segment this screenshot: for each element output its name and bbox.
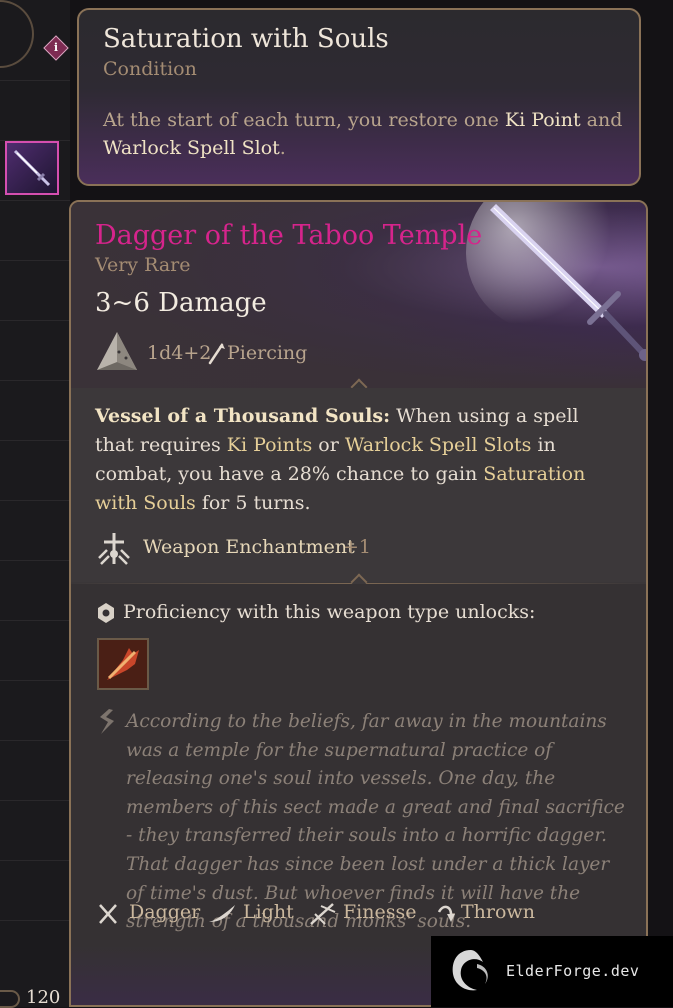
weapon-enchantment-icon: [98, 533, 130, 565]
damage-dice: 1d4+2: [147, 342, 212, 364]
finesse-icon: [310, 903, 336, 925]
condition-type: Condition: [103, 58, 197, 80]
watermark-text: ElderForge.dev: [506, 962, 640, 980]
lore-quote-icon: [100, 709, 114, 734]
grid-divider: [0, 680, 70, 681]
dragon-logo-icon: [452, 950, 488, 991]
light-icon: [209, 905, 235, 922]
item-rarity: Very Rare: [95, 254, 191, 276]
damage-type: Piercing: [227, 342, 308, 364]
keyword-warlock-spell-slot[interactable]: Warlock Spell Slot: [103, 137, 280, 159]
condition-tooltip: Saturation with Souls Condition At the s…: [77, 8, 641, 186]
grid-divider: [0, 920, 70, 921]
proficiency-icon: [98, 603, 114, 623]
dagger-thumbnail-icon: [13, 149, 51, 187]
grid-divider: [0, 200, 70, 201]
grid-divider: [0, 500, 70, 501]
grid-divider: [0, 80, 70, 81]
item-tooltip: Dagger of the Taboo Temple Very Rare 3~6…: [69, 200, 648, 1007]
dagger-artwork: [466, 202, 646, 361]
passive-description: Vessel of a Thousand Souls: When using a…: [95, 405, 586, 514]
grid-divider: [0, 800, 70, 801]
grid-divider: [0, 440, 70, 441]
item-name: Dagger of the Taboo Temple: [95, 220, 483, 251]
grid-divider: [0, 560, 70, 561]
weapon-properties: Dagger Light Finesse Thrown: [97, 900, 637, 928]
watermark: ElderForge.dev: [431, 936, 673, 1007]
enchantment-label[interactable]: Weapon Enchantment: [143, 536, 355, 558]
grid-divider: [0, 320, 70, 321]
proficiency-action-slot[interactable]: [97, 638, 149, 690]
item-count: 120: [26, 987, 61, 1008]
keyword-warlock-spell-slots[interactable]: Warlock Spell Slots: [345, 434, 532, 456]
condition-title: Saturation with Souls: [103, 24, 389, 54]
grid-divider: [0, 260, 70, 261]
grid-divider: [0, 740, 70, 741]
weapon-action-icon: [99, 640, 147, 688]
grid-divider: [0, 860, 70, 861]
item-damage: 3~6 Damage: [95, 288, 267, 318]
grid-divider: [0, 620, 70, 621]
inventory-item-dagger[interactable]: [5, 141, 59, 195]
passive-name: Vessel of a Thousand Souls:: [95, 405, 391, 427]
grid-divider: [0, 380, 70, 381]
enchantment-value: +1: [343, 536, 372, 558]
condition-description: At the start of each turn, you restore o…: [103, 109, 623, 159]
proficiency-text: Proficiency with this weapon type unlock…: [123, 601, 536, 623]
currency-chip: [0, 990, 20, 1008]
piercing-icon: [208, 343, 225, 365]
d4-die-icon: [97, 332, 137, 370]
thrown-icon: [437, 905, 455, 922]
keyword-ki-point[interactable]: Ki Point: [505, 109, 581, 131]
dagger-icon: [99, 904, 117, 924]
keyword-ki-points[interactable]: Ki Points: [227, 434, 312, 456]
